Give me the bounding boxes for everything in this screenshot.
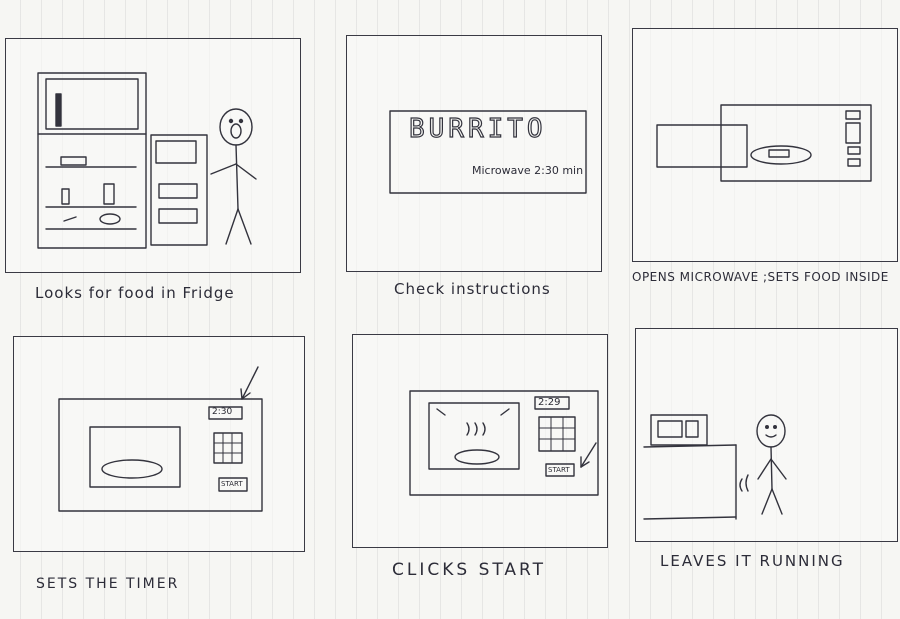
- panel-2-caption: Check instructions: [394, 280, 551, 298]
- microwave-body: [409, 390, 599, 496]
- storyboard-panel-4: 2:30 START: [13, 336, 305, 552]
- panel-5-caption: CLICKS START: [392, 560, 547, 580]
- panel-4-caption: SETS THE TIMER: [36, 576, 180, 592]
- sign-subtitle: Microwave 2:30 min: [472, 164, 584, 177]
- start-button-label: START: [548, 466, 570, 474]
- microwave-timer-sketch: [58, 366, 263, 512]
- panel-1-caption: Looks for food in Fridge: [35, 284, 235, 302]
- storyboard-panel-3: [632, 28, 898, 262]
- sign-title: BURRITO: [408, 113, 547, 144]
- microwave-open-sketch: [656, 104, 872, 182]
- instructions-sketch: [389, 110, 587, 194]
- keypad: [213, 432, 243, 464]
- storyboard-panel-1: [5, 38, 301, 273]
- storyboard-panel-6: [635, 328, 898, 542]
- timer-display-text: 2:30: [212, 407, 233, 417]
- storyboard-panel-5: 2:29 START: [352, 334, 608, 548]
- person-head: [219, 108, 253, 146]
- fridge-sketch: [37, 72, 257, 249]
- start-button-label: START: [221, 480, 243, 488]
- fridge-outline: [37, 72, 147, 249]
- microwave-door: [656, 124, 748, 168]
- timer-display-text: 2:29: [538, 397, 561, 408]
- panel-3-caption: OPENS MICROWAVE ;SETS FOOD INSIDE: [632, 270, 889, 284]
- person-head: [756, 414, 786, 448]
- storyboard-panel-2: BURRITO Microwave 2:30 min: [346, 35, 602, 272]
- panel-6-caption: LEAVES IT RUNNING: [660, 552, 845, 570]
- microwave-start-sketch: [409, 390, 599, 496]
- leaving-sketch: [643, 414, 787, 520]
- keypad: [538, 416, 576, 452]
